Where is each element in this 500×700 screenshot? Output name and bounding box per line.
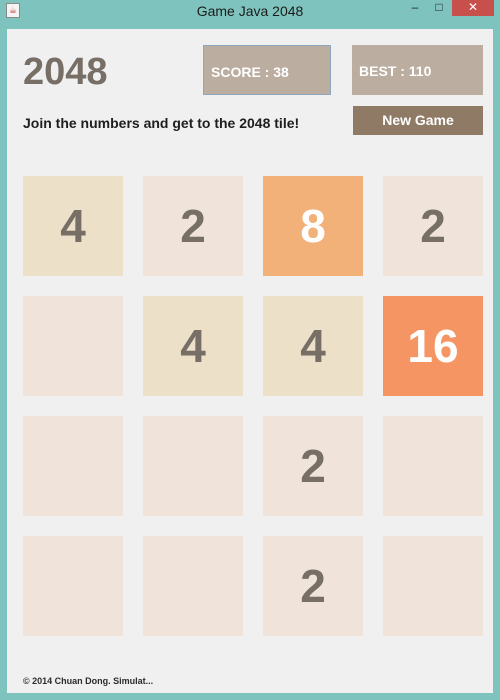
- tile-2: 2: [263, 416, 363, 516]
- maximize-button[interactable]: □: [427, 0, 451, 16]
- empty-tile: [383, 416, 483, 516]
- tile-4: 4: [143, 296, 243, 396]
- score-box: SCORE : 38: [203, 45, 331, 95]
- tile-8: 8: [263, 176, 363, 276]
- empty-tile: [143, 536, 243, 636]
- best-score-box: BEST : 110: [352, 45, 483, 95]
- best-score-label: BEST : 110: [359, 63, 432, 79]
- tile-2: 2: [143, 176, 243, 276]
- game-panel: 2048 SCORE : 38 BEST : 110 Join the numb…: [7, 29, 493, 693]
- minimize-button[interactable]: –: [404, 0, 426, 16]
- empty-tile: [383, 536, 483, 636]
- tile-2: 2: [383, 176, 483, 276]
- empty-tile: [143, 416, 243, 516]
- game-logo: 2048: [23, 51, 108, 93]
- score-label: SCORE : 38: [211, 64, 289, 80]
- tile-2: 2: [263, 536, 363, 636]
- new-game-button[interactable]: New Game: [353, 106, 483, 135]
- game-board[interactable]: 4 2 8 2 4 4 16 2 2: [23, 176, 483, 636]
- instructions-text: Join the numbers and get to the 2048 til…: [23, 115, 300, 131]
- tile-4: 4: [23, 176, 123, 276]
- tile-4: 4: [263, 296, 363, 396]
- empty-tile: [23, 296, 123, 396]
- empty-tile: [23, 536, 123, 636]
- title-bar: ☕ Game Java 2048 – □ ✕: [0, 0, 500, 22]
- close-button[interactable]: ✕: [452, 0, 494, 16]
- copyright-footer: © 2014 Chuan Dong. Simulat...: [23, 676, 154, 686]
- empty-tile: [23, 416, 123, 516]
- tile-16: 16: [383, 296, 483, 396]
